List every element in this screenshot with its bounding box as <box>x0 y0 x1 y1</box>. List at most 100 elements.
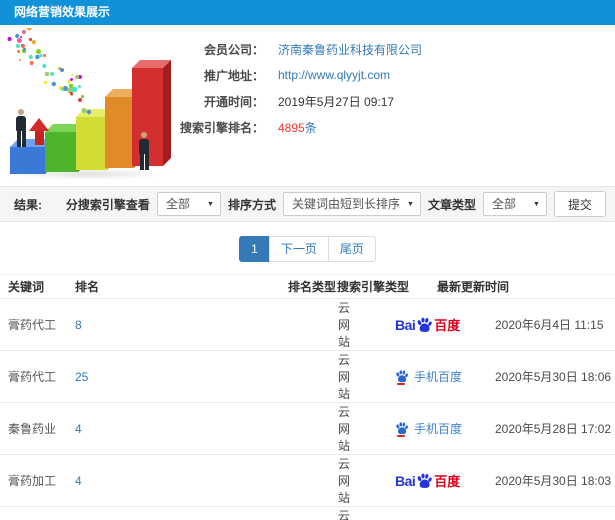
keyword-ranking-table: 关键词 排名 排名类型 搜索引擎类型 最新更新时间 膏药代工 8 云网站 Bai… <box>0 274 615 520</box>
promo-url-link[interactable]: http://www.qlyyjt.com <box>278 68 390 82</box>
decorative-growth-chart-image <box>0 28 175 181</box>
confetti-dot <box>45 72 50 77</box>
promo-url-label: 推广地址： <box>203 68 264 83</box>
sort-filter-select[interactable]: 关键词由短到长排序 ▼ <box>282 192 421 216</box>
sort-filter-value: 关键词由短到长排序 <box>291 197 400 211</box>
column-header-keyword: 关键词 <box>0 274 67 300</box>
filter-bar: 结果: 分搜索引擎查看 全部 ▼ 排序方式 关键词由短到长排序 ▼ 文章类型 全… <box>0 186 615 222</box>
engine-rank-label: 搜索引擎排名： <box>179 120 264 135</box>
table-header-row: 关键词 排名 排名类型 搜索引擎类型 最新更新时间 <box>0 274 615 300</box>
engine-type-cell: 手机百度 <box>337 350 462 404</box>
engine-type-cell: 手机百度 <box>337 402 462 456</box>
table-row: 膏药加工 4 云网站 Bai 百度 2020年5月30日 18:03 <box>0 454 615 508</box>
column-header-rank: 排名 <box>67 274 288 300</box>
rank-type-cell: 云网站 <box>288 350 350 404</box>
updated-cell: 2020年5月30日 17:58 <box>437 506 615 520</box>
pagination: 1 下一页 尾页 <box>0 222 615 274</box>
baidu-mobile-logo: 手机百度 <box>395 420 462 438</box>
confetti-dot <box>29 60 34 65</box>
type-filter-select[interactable]: 全部 ▼ <box>482 192 547 216</box>
rank-cell[interactable]: 4 <box>67 402 288 456</box>
businessman-figure-right <box>136 132 152 170</box>
table-row: 秦鲁药业 4 云网站 手机百度 2020年5月28日 17:02 <box>0 402 615 456</box>
engine-type-cell: Bai百度 <box>337 454 460 508</box>
confetti-dot <box>31 38 37 44</box>
rank-cell[interactable]: 1 <box>67 506 288 520</box>
baidu-pc-logo: Bai 百度 <box>395 472 461 490</box>
baidu-paw-icon <box>416 316 433 333</box>
rank-cell[interactable]: 25 <box>67 350 288 404</box>
rank-type-cell: 云网站 <box>288 454 350 508</box>
member-company-link[interactable]: 济南秦鲁药业科技有限公司 <box>278 41 422 58</box>
chevron-down-icon: ▼ <box>207 201 214 208</box>
engine-rank-value: 4895条 <box>278 119 317 136</box>
confetti-dot <box>15 44 20 48</box>
confetti-dot <box>16 49 22 54</box>
column-header-updated: 最新更新时间 <box>437 274 615 300</box>
table-row: 膏药贴牌 1 云网站 Bai百度 2020年5月30日 17:58 <box>0 506 615 520</box>
open-time-row: 开通时间： 2019年5月27日 09:17 <box>178 88 615 114</box>
table-row: 膏药代工 8 云网站 Bai 百度 2020年6月4日 11:15 <box>0 298 615 352</box>
engine-type-cell: Bai百度 <box>337 298 460 352</box>
rank-count: 4895 <box>278 120 305 135</box>
chevron-down-icon: ▼ <box>533 201 540 208</box>
keyword-cell: 膏药加工 <box>0 454 67 508</box>
open-time-label: 开通时间： <box>203 94 264 109</box>
baidu-paw-icon <box>395 369 409 386</box>
engine-filter-label: 分搜索引擎查看 <box>65 197 150 212</box>
rank-cell[interactable]: 8 <box>67 298 288 352</box>
result-section-label: 结果: <box>14 197 42 212</box>
engine-filter-select[interactable]: 全部 ▼ <box>156 192 221 216</box>
keyword-cell: 膏药代工 <box>0 350 67 404</box>
chart-bar-blue <box>10 147 45 174</box>
confetti-dot <box>71 86 77 92</box>
rank-type-cell: 云网站 <box>288 506 350 520</box>
businessman-figure-left <box>13 109 29 147</box>
baidu-paw-icon <box>416 472 433 489</box>
column-header-engine-type: 搜索引擎类型 <box>337 274 437 300</box>
submit-button[interactable]: 提交 <box>553 191 606 217</box>
chart-bar-lime <box>76 117 107 170</box>
up-arrow-icon <box>29 118 49 145</box>
rank-unit: 条 <box>304 120 317 135</box>
updated-cell: 2020年6月4日 11:15 <box>437 298 615 352</box>
chart-bar-green <box>45 132 78 172</box>
member-company-row: 会员公司： 济南秦鲁药业科技有限公司 <box>178 36 615 62</box>
engine-type-cell: Bai百度 <box>337 506 437 520</box>
baidu-paw-icon <box>395 421 409 438</box>
page-number-current[interactable]: 1 <box>239 236 270 263</box>
type-filter-value: 全部 <box>491 197 516 211</box>
keyword-cell: 膏药贴牌 <box>0 506 67 520</box>
page-header: 网络营销效果展示 <box>0 0 615 25</box>
keyword-cell: 秦鲁药业 <box>0 402 67 456</box>
chart-bar-orange <box>105 97 134 168</box>
page-title: 网络营销效果展示 <box>14 5 111 19</box>
confetti-dot <box>43 53 47 57</box>
promo-url-row: 推广地址： http://www.qlyyjt.com <box>178 62 615 88</box>
filter-controls: 分搜索引擎查看 全部 ▼ 排序方式 关键词由短到长排序 ▼ 文章类型 全部 ▼ … <box>66 191 606 217</box>
confetti-dot <box>43 80 48 85</box>
last-page-button[interactable]: 尾页 <box>327 236 376 263</box>
engine-filter-value: 全部 <box>165 197 190 211</box>
info-section: 会员公司： 济南秦鲁药业科技有限公司 推广地址： http://www.qlyy… <box>0 25 615 186</box>
confetti-dot <box>8 36 12 41</box>
confetti-dot <box>20 29 27 35</box>
updated-cell: 2020年5月28日 17:02 <box>437 402 615 456</box>
engine-rank-row: 搜索引擎排名： 4895条 <box>178 114 615 140</box>
confetti-dot <box>26 28 33 31</box>
confetti-dot <box>59 67 66 73</box>
confetti-dot <box>51 80 57 86</box>
member-company-label: 会员公司： <box>203 42 264 57</box>
table-row: 膏药代工 25 云网站 手机百度 2020年5月30日 18:06 <box>0 350 615 404</box>
confetti-dot <box>38 53 43 58</box>
confetti-dot <box>41 63 47 69</box>
chevron-down-icon: ▼ <box>407 201 414 208</box>
sort-filter-label: 排序方式 <box>227 197 276 212</box>
rank-cell[interactable]: 4 <box>67 454 288 508</box>
confetti-dot <box>78 85 82 89</box>
confetti-dot <box>19 58 22 61</box>
rank-type-cell: 云网站 <box>288 402 350 456</box>
updated-cell: 2020年5月30日 18:03 <box>437 454 615 508</box>
confetti-dot <box>49 71 56 78</box>
next-page-button[interactable]: 下一页 <box>268 236 329 263</box>
